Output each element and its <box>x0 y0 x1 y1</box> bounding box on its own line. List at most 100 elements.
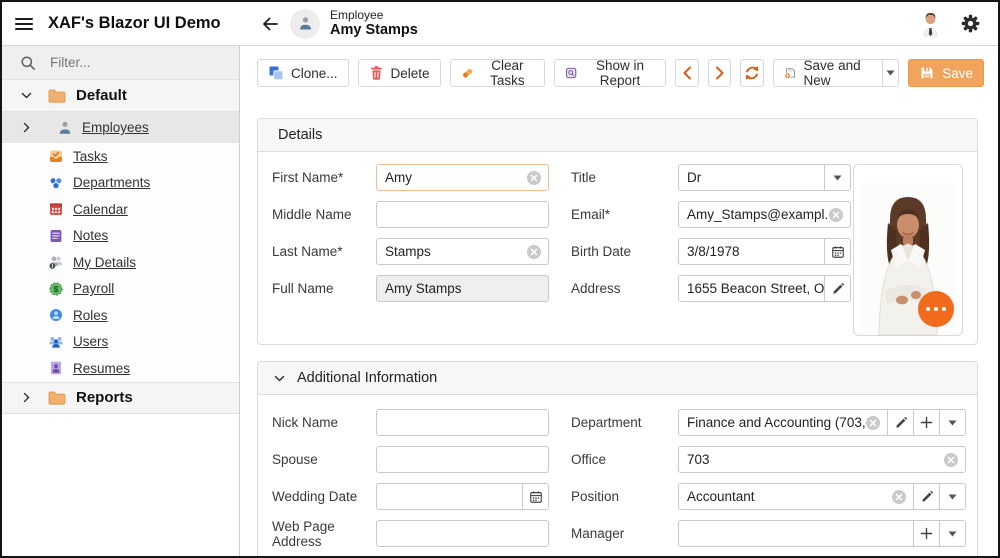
clear-icon[interactable] <box>526 244 542 260</box>
sidebar-item-label[interactable]: Resumes <box>73 361 130 376</box>
nick-name-field[interactable] <box>376 409 549 436</box>
caret-down-icon <box>948 494 957 500</box>
chevron-right-icon[interactable] <box>20 391 48 404</box>
chevron-down-icon[interactable] <box>273 372 286 385</box>
title-field[interactable]: Dr <box>678 164 851 191</box>
first-name-field[interactable]: Amy <box>376 164 549 191</box>
title-label: Title <box>571 170 678 185</box>
sidebar-group-reports[interactable]: Reports <box>2 382 239 414</box>
sidebar-item-calendar[interactable]: Calendar <box>2 196 239 223</box>
birth-date-calendar-button[interactable] <box>824 239 850 264</box>
sidebar-item-label[interactable]: Payroll <box>73 281 114 296</box>
additional-info-panel: Additional Information Nick Name Departm… <box>257 361 978 556</box>
clear-icon[interactable] <box>943 452 959 468</box>
pencil-icon <box>894 416 908 430</box>
spouse-field[interactable] <box>376 446 549 473</box>
delete-button[interactable]: Delete <box>358 59 441 87</box>
sidebar-item-employees[interactable]: Employees <box>2 112 239 143</box>
calendar-picker-icon <box>529 490 543 504</box>
sidebar-item-notes[interactable]: Notes <box>2 223 239 250</box>
employee-avatar-icon <box>290 9 320 39</box>
position-dropdown-button[interactable] <box>939 484 965 509</box>
additional-info-header[interactable]: Additional Information <box>258 362 977 395</box>
nick-name-label: Nick Name <box>272 415 376 430</box>
manager-dropdown-button[interactable] <box>939 521 965 546</box>
main-content: Clone... Delete <box>240 46 998 556</box>
sidebar-item-label[interactable]: Tasks <box>73 149 108 164</box>
title-dropdown-button[interactable] <box>824 165 850 190</box>
refresh-button[interactable] <box>740 59 764 87</box>
filter-box[interactable] <box>2 46 239 80</box>
wedding-date-label: Wedding Date <box>272 489 376 504</box>
clear-icon[interactable] <box>526 170 542 186</box>
position-field[interactable]: Accountant <box>678 483 966 510</box>
department-add-button[interactable] <box>913 410 939 435</box>
email-field[interactable]: Amy_Stamps@exampl... <box>678 201 851 228</box>
web-page-field[interactable] <box>376 520 549 547</box>
toolbar-right: Save and New <box>675 59 984 87</box>
last-name-field[interactable]: Stamps <box>376 238 549 265</box>
sidebar-item-label[interactable]: Employees <box>82 120 149 135</box>
manager-field[interactable] <box>678 520 966 547</box>
sidebar-item-label[interactable]: My Details <box>73 255 136 270</box>
full-name-field: Amy Stamps <box>376 275 549 302</box>
save-button[interactable]: Save <box>908 59 984 87</box>
save-icon <box>919 65 935 81</box>
manager-add-button[interactable] <box>913 521 939 546</box>
previous-record-button[interactable] <box>675 59 699 87</box>
birth-date-field[interactable]: 3/8/1978 <box>678 238 851 265</box>
position-edit-button[interactable] <box>913 484 939 509</box>
show-in-report-button[interactable]: Show in Report <box>554 59 666 87</box>
delete-label: Delete <box>391 66 430 81</box>
back-button[interactable] <box>258 13 282 35</box>
sidebar-group-default[interactable]: Default <box>2 80 239 112</box>
tasks-icon <box>48 148 64 164</box>
sidebar-item-label[interactable]: Departments <box>73 175 150 190</box>
details-panel-title: Details <box>278 127 322 143</box>
folder-icon <box>48 89 66 103</box>
next-record-button[interactable] <box>708 59 732 87</box>
header-left: XAF's Blazor UI Demo <box>2 14 240 33</box>
sidebar-item-resumes[interactable]: Resumes <box>2 355 239 382</box>
notes-icon <box>48 228 64 244</box>
sidebar-item-roles[interactable]: Roles <box>2 302 239 329</box>
chevron-right-icon <box>713 66 726 80</box>
filter-input[interactable] <box>48 54 198 71</box>
clear-tasks-button[interactable]: Clear Tasks <box>450 59 546 87</box>
sidebar-item-my-details[interactable]: My Details <box>2 249 239 276</box>
department-field[interactable]: Finance and Accounting (703, ... <box>678 409 966 436</box>
clear-icon[interactable] <box>891 489 907 505</box>
middle-name-field[interactable] <box>376 201 549 228</box>
sidebar-item-tasks[interactable]: Tasks <box>2 143 239 170</box>
sidebar-item-payroll[interactable]: $ Payroll <box>2 276 239 303</box>
sidebar-item-label[interactable]: Users <box>73 334 108 349</box>
sidebar-item-label[interactable]: Notes <box>73 228 108 243</box>
address-label: Address <box>571 281 678 296</box>
chevron-left-icon <box>681 66 694 80</box>
address-field[interactable]: 1655 Beacon Street, O... <box>678 275 851 302</box>
menu-icon[interactable] <box>15 15 33 33</box>
user-avatar[interactable] <box>920 10 941 37</box>
sidebar-item-label[interactable]: Calendar <box>73 202 128 217</box>
wedding-date-calendar-button[interactable] <box>522 484 548 509</box>
clone-button[interactable]: Clone... <box>257 59 349 87</box>
additional-info-body: Nick Name Department Finance and Account… <box>258 395 977 556</box>
save-and-new-button[interactable]: Save and New <box>774 60 875 86</box>
clone-icon <box>268 65 284 81</box>
address-edit-button[interactable] <box>824 276 850 301</box>
department-dropdown-button[interactable] <box>939 410 965 435</box>
department-edit-button[interactable] <box>887 410 913 435</box>
chevron-right-icon[interactable] <box>20 121 48 134</box>
sidebar-item-label[interactable]: Roles <box>73 308 108 323</box>
wedding-date-field[interactable] <box>376 483 549 510</box>
photo-more-button[interactable] <box>918 291 954 327</box>
clear-icon[interactable] <box>865 415 881 431</box>
sidebar-item-users[interactable]: Users <box>2 329 239 356</box>
save-and-new-dropdown[interactable] <box>882 60 898 86</box>
clear-icon[interactable] <box>828 207 844 223</box>
settings-gear-icon[interactable] <box>961 14 980 33</box>
office-field[interactable]: 703 <box>678 446 966 473</box>
sidebar-item-departments[interactable]: Departments <box>2 170 239 197</box>
chevron-down-icon[interactable] <box>20 89 48 102</box>
calendar-icon <box>48 201 64 217</box>
